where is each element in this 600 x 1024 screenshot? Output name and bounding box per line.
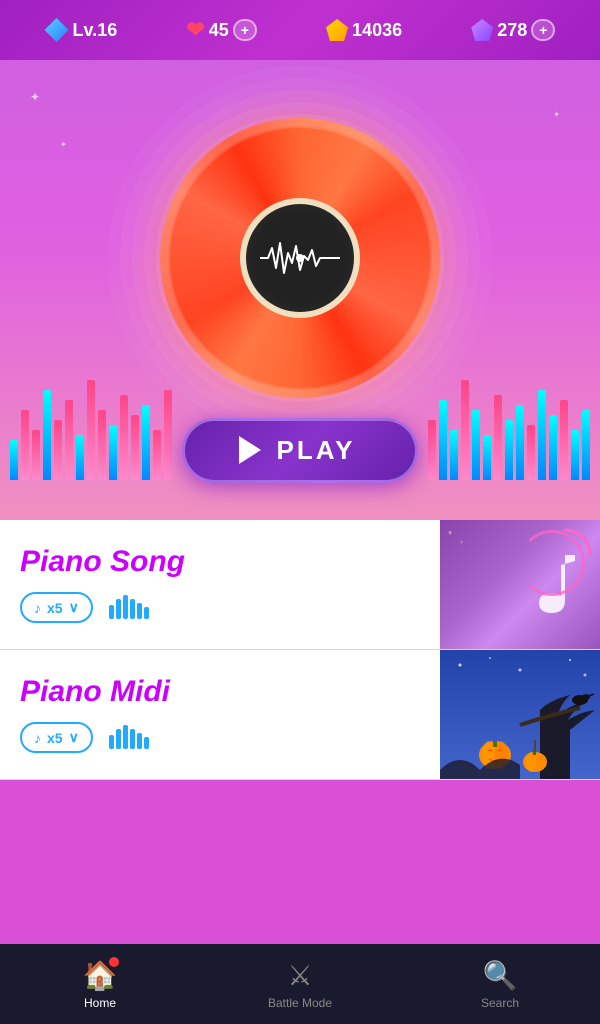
eq-bar-left-8 <box>98 410 106 480</box>
home-label: Home <box>84 996 116 1010</box>
search-label: Search <box>481 996 519 1010</box>
music-area: ✦ ✦ ✦ PLAY <box>0 60 600 520</box>
eq-bar-right-2 <box>450 430 458 480</box>
sparkle-1: ✦ <box>30 90 40 104</box>
audio-bars-svg <box>109 591 149 619</box>
waveform-icon <box>260 238 340 278</box>
gems-count: 278 <box>497 20 527 41</box>
eq-bar-right-8 <box>516 405 524 480</box>
nav-battle[interactable]: ⚔ Battle Mode <box>260 959 340 1010</box>
level-label: Lv.16 <box>73 20 118 41</box>
eq-bar-left-2 <box>32 430 40 480</box>
eq-bar-left-0 <box>10 440 18 480</box>
vinyl-center <box>240 198 360 318</box>
eq-bar-left-7 <box>87 380 95 480</box>
eq-bar-right-14 <box>582 410 590 480</box>
halloween-scene-svg <box>440 650 600 779</box>
piano-midi-controls: ♪ x5 ∨ <box>20 721 420 755</box>
eq-bar-left-9 <box>109 425 117 480</box>
eq-bar-right-3 <box>461 380 469 480</box>
level-display: Lv.16 <box>45 18 118 42</box>
eq-bar-left-11 <box>131 415 139 480</box>
play-button[interactable]: PLAY <box>182 418 419 483</box>
sparkle-3: ✦ <box>60 140 67 149</box>
piano-midi-title: Piano Midi <box>20 675 420 708</box>
eq-bar-left-10 <box>120 395 128 480</box>
cards-area: Piano Song ♪ x5 ∨ <box>0 520 600 780</box>
piano-song-background: ♦ ♦ <box>440 520 600 649</box>
piano-midi-card[interactable]: Piano Midi ♪ x5 ∨ <box>0 650 600 780</box>
music-note-icon: ♪ <box>34 600 41 616</box>
midi-audio-bars-svg <box>109 721 149 749</box>
gold-icon <box>326 19 348 41</box>
audio-bars-icon[interactable] <box>109 591 149 625</box>
eq-bars-right <box>418 320 600 480</box>
piano-midi-badge[interactable]: ♪ x5 ∨ <box>20 722 93 753</box>
hearts-display: ❤ 45 + <box>186 17 257 43</box>
eq-bar-left-4 <box>54 420 62 480</box>
eq-bar-right-10 <box>538 390 546 480</box>
gem-icon <box>471 19 493 41</box>
search-icon: 🔍 <box>483 959 518 992</box>
nav-home[interactable]: 🏠 Home <box>60 959 140 1010</box>
eq-bar-right-9 <box>527 425 535 480</box>
piano-song-badge-label: x5 <box>47 600 63 616</box>
battle-icon: ⚔ <box>287 959 312 992</box>
piano-midi-badge-label: x5 <box>47 730 63 746</box>
eq-bar-right-13 <box>571 430 579 480</box>
eq-bar-right-1 <box>439 400 447 480</box>
piano-song-image: ♦ ♦ <box>440 520 600 649</box>
piano-midi-left: Piano Midi ♪ x5 ∨ <box>0 650 440 779</box>
piano-song-left: Piano Song ♪ x5 ∨ <box>0 520 440 649</box>
eq-bars-left <box>0 320 182 480</box>
eq-bar-left-5 <box>65 400 73 480</box>
hearts-count: 45 <box>209 20 229 41</box>
eq-bar-right-12 <box>560 400 568 480</box>
play-label: PLAY <box>277 435 356 466</box>
battle-label: Battle Mode <box>268 996 332 1010</box>
hearts-plus-button[interactable]: + <box>233 19 257 41</box>
eq-bar-right-11 <box>549 415 557 480</box>
gems-plus-button[interactable]: + <box>531 19 555 41</box>
nav-search[interactable]: 🔍 Search <box>460 959 540 1010</box>
home-icon-wrapper: 🏠 <box>83 959 118 992</box>
sparkle-2: ✦ <box>553 110 560 119</box>
bottom-nav: 🏠 Home ⚔ Battle Mode 🔍 Search <box>0 944 600 1024</box>
eq-bar-right-5 <box>483 435 491 480</box>
play-triangle-icon <box>239 436 261 464</box>
eq-bar-left-3 <box>43 390 51 480</box>
gold-display: 14036 <box>326 19 402 41</box>
eq-bar-left-6 <box>76 435 84 480</box>
vinyl-record[interactable] <box>160 118 440 398</box>
gems-display: 278 + <box>471 19 555 41</box>
eq-bar-right-7 <box>505 420 513 480</box>
eq-bar-right-0 <box>428 420 436 480</box>
eq-bar-left-1 <box>21 410 29 480</box>
eq-bar-right-4 <box>472 410 480 480</box>
vinyl-disc <box>160 118 440 398</box>
piano-song-card[interactable]: Piano Song ♪ x5 ∨ <box>0 520 600 650</box>
piano-song-controls: ♪ x5 ∨ <box>20 591 420 625</box>
eq-bar-right-6 <box>494 395 502 480</box>
sparkle-card2: ♦ <box>460 540 463 546</box>
sparkle-card1: ♦ <box>448 528 452 537</box>
piano-song-badge[interactable]: ♪ x5 ∨ <box>20 592 93 623</box>
level-diamond-icon <box>45 18 69 42</box>
notification-dot <box>109 957 119 967</box>
piano-song-title: Piano Song <box>20 545 420 578</box>
arc-decoration <box>535 525 595 585</box>
header: Lv.16 ❤ 45 + 14036 278 + <box>0 0 600 60</box>
midi-audio-bars-icon[interactable] <box>109 721 149 755</box>
midi-chevron-down-icon: ∨ <box>69 729 79 746</box>
play-button-container: PLAY <box>182 418 419 483</box>
midi-music-note-icon: ♪ <box>34 730 41 746</box>
gold-count: 14036 <box>352 20 402 41</box>
heart-icon: ❤ <box>186 17 204 43</box>
piano-midi-image <box>440 650 600 779</box>
eq-bar-left-12 <box>142 405 150 480</box>
piano-midi-background <box>440 650 600 779</box>
chevron-down-icon: ∨ <box>69 599 79 616</box>
eq-bar-left-13 <box>153 430 161 480</box>
eq-bar-left-14 <box>164 390 172 480</box>
